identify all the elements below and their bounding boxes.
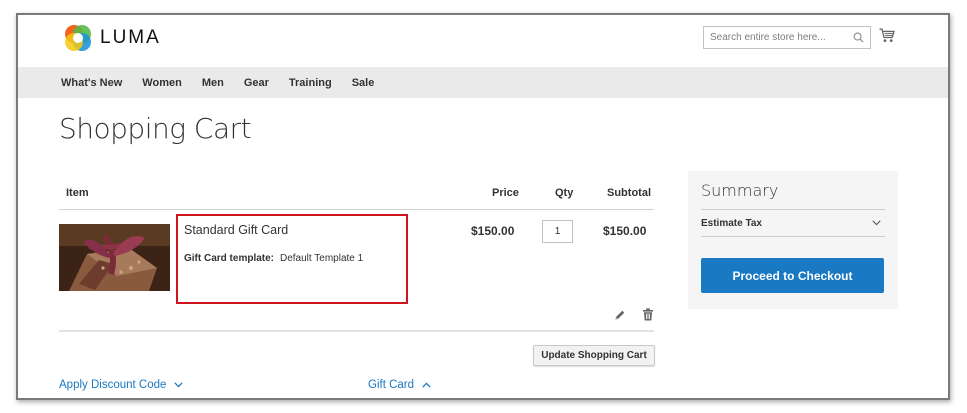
proceed-to-checkout-button[interactable]: Proceed to Checkout bbox=[701, 258, 884, 293]
apply-discount-toggle[interactable]: Apply Discount Code bbox=[59, 379, 184, 391]
order-summary: Summary Estimate Tax Proceed to Checkout bbox=[688, 171, 898, 309]
product-name-link[interactable]: Standard Gift Card bbox=[184, 223, 288, 237]
logo-text: LUMA bbox=[100, 27, 161, 48]
main-navigation: What's New Women Men Gear Training Sale bbox=[18, 67, 948, 98]
search-box[interactable] bbox=[703, 26, 871, 49]
edit-icon[interactable] bbox=[614, 309, 626, 321]
search-input[interactable] bbox=[704, 27, 844, 48]
column-header-qty: Qty bbox=[555, 187, 574, 199]
nav-item-whats-new[interactable]: What's New bbox=[61, 77, 122, 89]
page-title: Shopping Cart bbox=[59, 112, 252, 145]
estimate-tax-toggle[interactable]: Estimate Tax bbox=[701, 218, 762, 229]
apply-discount-label: Apply Discount Code bbox=[59, 379, 167, 391]
item-subtotal: $150.00 bbox=[603, 224, 647, 238]
store-logo[interactable]: LUMA bbox=[63, 23, 161, 53]
cart-row-divider bbox=[59, 330, 654, 332]
chevron-down-icon[interactable] bbox=[872, 220, 881, 226]
minicart-icon[interactable] bbox=[879, 28, 895, 43]
column-header-item: Item bbox=[66, 187, 89, 199]
item-price: $150.00 bbox=[471, 224, 515, 238]
browser-viewport: LUMA What's New Women Men Gear Training … bbox=[16, 13, 950, 400]
table-header-divider bbox=[59, 209, 654, 210]
nav-item-gear[interactable]: Gear bbox=[244, 77, 269, 89]
qty-input[interactable] bbox=[542, 220, 573, 243]
column-header-subtotal: Subtotal bbox=[607, 187, 651, 199]
summary-divider bbox=[701, 236, 885, 237]
gift-box-image bbox=[59, 224, 170, 291]
trash-icon[interactable] bbox=[642, 308, 654, 321]
gift-card-toggle[interactable]: Gift Card bbox=[368, 379, 431, 391]
gift-card-label: Gift Card bbox=[368, 379, 415, 391]
update-cart-button[interactable]: Update Shopping Cart bbox=[533, 345, 655, 366]
chevron-up-icon bbox=[422, 382, 431, 388]
column-header-price: Price bbox=[492, 187, 519, 199]
summary-divider bbox=[701, 209, 885, 210]
nav-item-women[interactable]: Women bbox=[142, 77, 182, 89]
chevron-down-icon bbox=[174, 382, 184, 388]
luma-logo-icon bbox=[65, 25, 91, 51]
gift-card-template-value: Default Template 1 bbox=[280, 253, 364, 264]
gift-card-template-label: Gift Card template: bbox=[184, 253, 275, 264]
product-thumbnail[interactable] bbox=[59, 224, 170, 291]
summary-title: Summary bbox=[701, 181, 779, 200]
nav-item-sale[interactable]: Sale bbox=[352, 77, 375, 89]
nav-item-training[interactable]: Training bbox=[289, 77, 332, 89]
search-icon[interactable] bbox=[853, 32, 864, 43]
nav-item-men[interactable]: Men bbox=[202, 77, 224, 89]
